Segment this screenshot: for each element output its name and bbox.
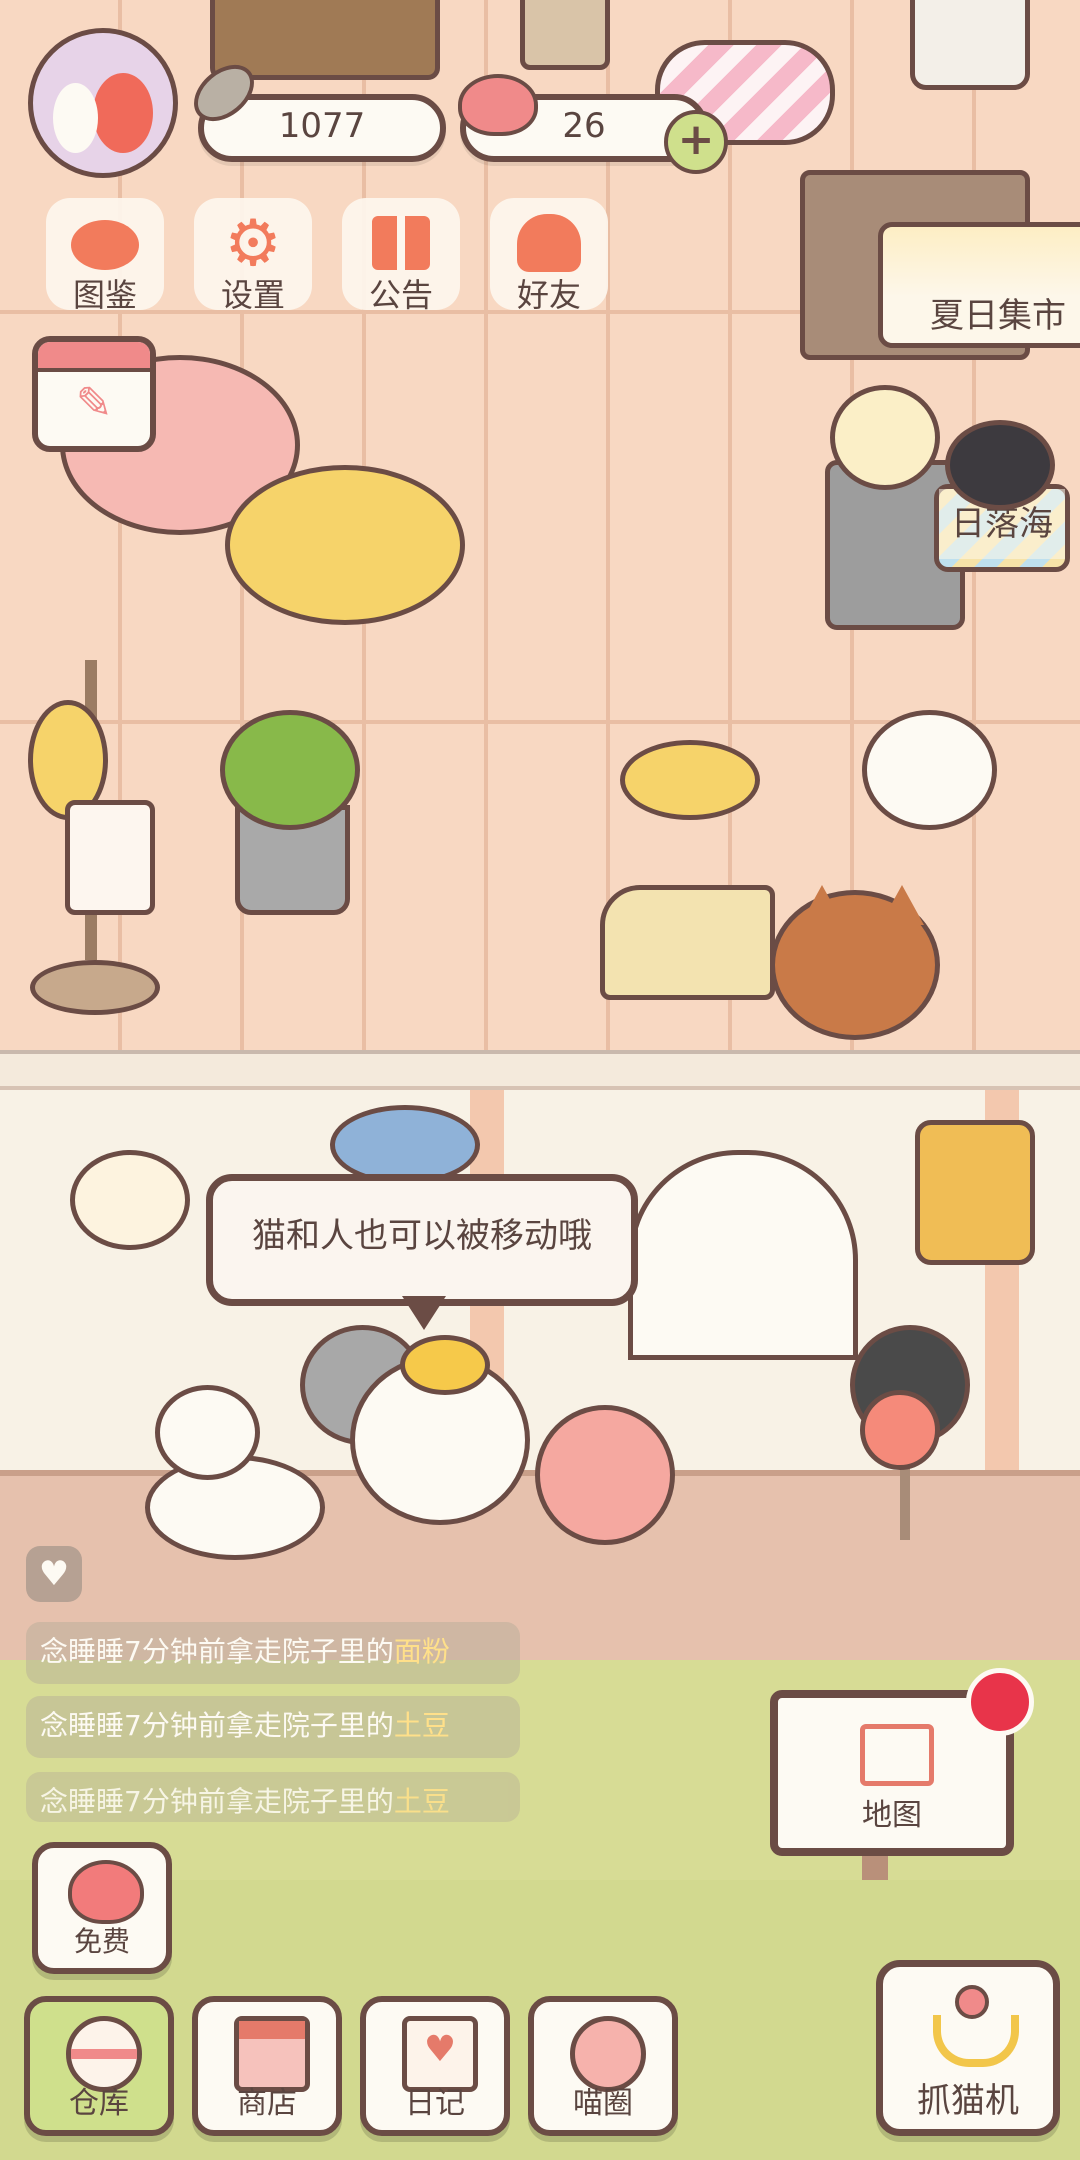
tab-warehouse[interactable]: 仓库 bbox=[24, 1996, 174, 2136]
tab-cat-circle[interactable]: 喵圈 bbox=[528, 1996, 678, 2136]
avatar-cat bbox=[53, 83, 98, 153]
food-bowl[interactable] bbox=[620, 740, 760, 820]
menu-label: 图鉴 bbox=[72, 276, 137, 314]
plant-pot-decoration[interactable] bbox=[520, 0, 610, 70]
avatar-cat bbox=[93, 73, 153, 153]
feed-item-name: 面粉 bbox=[393, 1635, 450, 1668]
menu-label: 设置 bbox=[220, 276, 285, 314]
tab-label: 商店 bbox=[237, 2086, 297, 2121]
tab-label: 喵圈 bbox=[573, 2086, 633, 2121]
heart-icon bbox=[458, 74, 538, 136]
feed-message: 7分钟前拿走院子里的 bbox=[124, 1709, 394, 1742]
teapot-decoration[interactable] bbox=[830, 385, 940, 490]
potted-plant-leaves bbox=[220, 710, 360, 830]
speech-bubble-text: 猫和人也可以被移动哦 bbox=[252, 1216, 592, 1256]
feed-player-name: 念睡睡 bbox=[40, 1635, 125, 1668]
menu-label: 好友 bbox=[516, 276, 581, 314]
claw-machine-button[interactable]: 抓猫机 bbox=[876, 1960, 1060, 2136]
activity-feed-item: 念睡睡7分钟前拿走院子里的土豆 bbox=[26, 1696, 520, 1758]
bird-decoration[interactable] bbox=[70, 1150, 190, 1250]
tab-diary[interactable]: ♥ 日记 bbox=[360, 1996, 510, 2136]
black-cat[interactable] bbox=[945, 420, 1055, 510]
duck-decoration[interactable] bbox=[155, 1385, 260, 1480]
activity-feed-item: 念睡睡7分钟前拿走院子里的土豆 bbox=[26, 1772, 520, 1822]
summer-market-label: 夏日集市 bbox=[930, 296, 1066, 336]
flamingo-float[interactable] bbox=[535, 1405, 675, 1545]
menu-button-announcement[interactable]: 公告 bbox=[326, 198, 476, 318]
notification-dot bbox=[966, 1668, 1034, 1736]
room-divider bbox=[0, 1050, 1080, 1090]
cat-ear bbox=[880, 885, 924, 925]
house-icon bbox=[860, 1724, 934, 1786]
cat-ear bbox=[800, 885, 844, 925]
map-label: 地图 bbox=[862, 1798, 922, 1833]
apron-decoration[interactable] bbox=[65, 800, 155, 915]
free-gift-button[interactable]: 免费 bbox=[32, 1842, 172, 1974]
feed-message: 7分钟前拿走院子里的 bbox=[124, 1785, 394, 1818]
window-curtain[interactable] bbox=[628, 1150, 858, 1360]
flower-decoration bbox=[860, 1390, 940, 1470]
menu-label: 公告 bbox=[368, 276, 433, 314]
claw-icon bbox=[933, 1985, 1019, 2067]
helmet-icon bbox=[400, 1335, 490, 1395]
speech-bubble-tail bbox=[402, 1296, 446, 1330]
coat-rack-base bbox=[30, 960, 160, 1015]
pencil-icon: ✎ bbox=[75, 378, 113, 429]
tab-shop[interactable]: 商店 bbox=[192, 1996, 342, 2136]
yellow-beanbag[interactable] bbox=[225, 465, 465, 625]
player-avatar[interactable] bbox=[28, 28, 178, 178]
feed-item-name: 土豆 bbox=[393, 1785, 450, 1818]
tab-label: 日记 bbox=[405, 2086, 465, 2121]
slide-decoration[interactable] bbox=[600, 885, 775, 1000]
activity-feed-item: 念睡睡7分钟前拿走院子里的面粉 bbox=[26, 1622, 520, 1684]
claw-machine-label: 抓猫机 bbox=[917, 2081, 1019, 2121]
speech-bubble: 猫和人也可以被移动哦 bbox=[206, 1174, 638, 1306]
menu-button-friends[interactable]: 好友 bbox=[474, 198, 624, 318]
feed-message: 7分钟前拿走院子里的 bbox=[124, 1635, 394, 1668]
menu-button-settings[interactable]: ⚙ 设置 bbox=[178, 198, 328, 318]
summer-market-sign[interactable]: 夏日集市 bbox=[878, 222, 1080, 348]
feed-player-name: 念睡睡 bbox=[40, 1709, 125, 1742]
wall-phone-decoration[interactable] bbox=[915, 1120, 1035, 1265]
chair-decoration[interactable] bbox=[910, 0, 1030, 90]
calendar-edit-button[interactable]: ✎ bbox=[32, 336, 156, 452]
free-label: 免费 bbox=[73, 1925, 130, 1958]
hanging-ornament bbox=[330, 1105, 480, 1185]
feed-player-name: 念睡睡 bbox=[40, 1785, 125, 1818]
feed-item-name: 土豆 bbox=[393, 1709, 450, 1742]
menu-button-collection[interactable]: 图鉴 bbox=[30, 198, 180, 318]
add-currency-button[interactable]: + bbox=[664, 110, 728, 174]
tab-label: 仓库 bbox=[69, 2086, 129, 2121]
heart-face-icon bbox=[68, 1860, 144, 1924]
rice-ball-basket[interactable] bbox=[862, 710, 997, 830]
feed-toggle-heart-icon[interactable]: ♥ bbox=[26, 1546, 82, 1602]
